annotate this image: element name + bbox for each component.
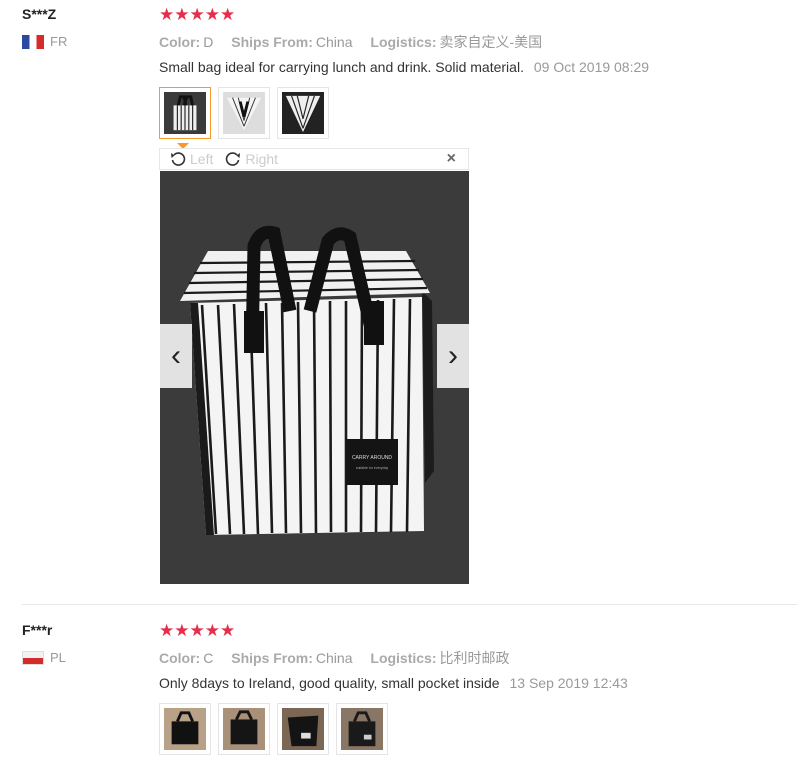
rating-stars: ★★★★★ [159, 5, 236, 24]
review-text: Only 8days to Ireland, good quality, sma… [159, 675, 628, 691]
review-meta: Color: D Ships From: China Logistics: 卖家自定义… [159, 32, 556, 52]
rating-stars: ★★★★★ [159, 621, 236, 640]
france-flag-icon [22, 34, 44, 49]
reviewer-name: F***r [22, 622, 53, 638]
color-value: C [203, 650, 214, 666]
bag-photo-image [164, 708, 206, 750]
country-code: FR [50, 34, 68, 49]
rotate-right-label: Right [245, 151, 279, 167]
color-value: D [203, 34, 214, 50]
review-text: Small bag ideal for carrying lunch and d… [159, 59, 649, 75]
ships-from-value: China [315, 34, 353, 50]
color-label: Color: [159, 650, 201, 666]
photo-thumbnail[interactable] [336, 703, 388, 755]
bag-photo-image [164, 92, 206, 134]
bag-label-subtext: suitable for everyday [356, 466, 389, 470]
rotate-right-icon [226, 152, 241, 166]
rotate-left-button[interactable]: Left [170, 151, 213, 167]
photo-thumbnails [159, 87, 329, 139]
bag-label-text: CARRY AROUND [352, 455, 392, 461]
bag-photo-image [223, 92, 265, 134]
bag-photo-image [223, 708, 265, 750]
photo-thumbnail[interactable] [159, 87, 211, 139]
previous-image-button[interactable]: ‹ [160, 324, 192, 388]
review-meta: Color: C Ships From: China Logistics: 比利时邮政 [159, 648, 524, 668]
ships-from-label: Ships From: [231, 34, 313, 50]
star-rating: ★★★★★ [159, 622, 235, 639]
bag-photo-image [282, 708, 324, 750]
poland-flag-icon [22, 650, 44, 665]
next-image-button[interactable]: › [437, 324, 469, 388]
chevron-right-icon: › [448, 339, 458, 372]
review-divider [22, 604, 797, 605]
image-viewer-toolbar: Left Right × [159, 148, 469, 170]
feedback-text: Only 8days to Ireland, good quality, sma… [159, 675, 500, 691]
logistics-value: 比利时邮政 [439, 650, 510, 666]
close-icon[interactable]: × [447, 150, 456, 168]
review-photo-large: CARRY AROUND suitable for everyday [160, 171, 469, 584]
ships-from-value: China [315, 650, 353, 666]
rotate-left-label: Left [190, 151, 214, 167]
logistics-value: 卖家自定义-美国 [439, 34, 543, 50]
feedback-text: Small bag ideal for carrying lunch and d… [159, 59, 524, 75]
logistics-label: Logistics: [370, 34, 437, 50]
logistics-label: Logistics: [370, 650, 437, 666]
reviewer-country: PL [22, 650, 66, 665]
reviewer-name: S***Z [22, 6, 57, 22]
photo-thumbnail[interactable] [277, 87, 329, 139]
country-code: PL [50, 650, 66, 665]
color-label: Color: [159, 34, 201, 50]
star-rating: ★★★★★ [159, 6, 235, 23]
rotate-right-button[interactable]: Right [225, 151, 278, 167]
reviewer-country: FR [22, 34, 67, 49]
lunch-bag-image: CARRY AROUND suitable for everyday [160, 171, 469, 584]
review-date: 13 Sep 2019 12:43 [509, 675, 628, 691]
photo-thumbnail[interactable] [159, 703, 211, 755]
review-date: 09 Oct 2019 08:29 [533, 59, 650, 75]
bag-photo-image [282, 92, 324, 134]
bag-photo-image [341, 708, 383, 750]
photo-thumbnail[interactable] [277, 703, 329, 755]
photo-thumbnail[interactable] [218, 703, 270, 755]
ships-from-label: Ships From: [231, 650, 313, 666]
photo-thumbnail[interactable] [218, 87, 270, 139]
rotate-left-icon [171, 152, 186, 166]
photo-thumbnails [159, 703, 388, 755]
chevron-left-icon: ‹ [171, 339, 181, 372]
